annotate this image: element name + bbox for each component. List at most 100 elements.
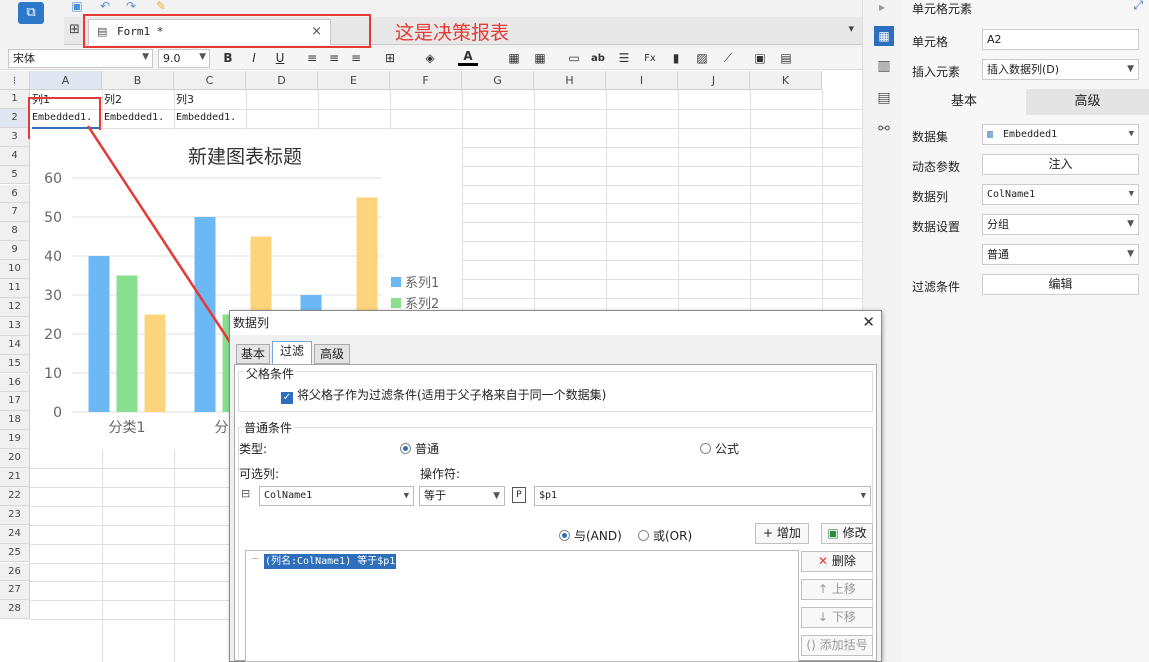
condition-list[interactable]: ─ (列名:ColName1) 等于$p1 [245, 550, 799, 662]
cell-b1[interactable]: 列2 [104, 91, 172, 109]
widget-setting-icon[interactable]: ▤ [874, 90, 894, 110]
tab-filter[interactable]: 过滤 [272, 341, 312, 365]
italic-button[interactable]: I [244, 49, 264, 68]
text-icon[interactable]: ab [588, 49, 608, 68]
row-header-3[interactable]: 3 [0, 127, 30, 147]
column-header-h[interactable]: H [534, 71, 606, 90]
row-header-13[interactable]: 13 [0, 316, 30, 336]
row-header-18[interactable]: 18 [0, 411, 30, 431]
column-header-g[interactable]: G [462, 71, 534, 90]
move-up-button[interactable]: ↑ 上移 [801, 579, 873, 600]
slash-icon[interactable]: ⟋ [718, 49, 738, 68]
column-header-e[interactable]: E [318, 71, 390, 90]
tab-basic[interactable]: 基本 [236, 344, 270, 364]
row-header-28[interactable]: 28 [0, 600, 30, 620]
paragraph-icon[interactable]: ☰ [614, 49, 634, 68]
size-select[interactable]: 9.0 ▼ [158, 49, 210, 68]
cell-element-icon[interactable]: ▦ [874, 26, 894, 46]
row-header-10[interactable]: 10 [0, 260, 30, 279]
row-header-19[interactable]: 19 [0, 430, 30, 450]
tab-basic[interactable]: 基本 [902, 89, 1026, 115]
cell-field[interactable]: A2 [982, 29, 1139, 50]
unmerge-icon[interactable]: ▦ [530, 49, 550, 68]
available-column-select[interactable]: ColName1 ▼ [259, 486, 414, 506]
grid-icon[interactable]: ⊞ [69, 22, 80, 37]
bold-button[interactable]: B [218, 49, 238, 68]
row-header-17[interactable]: 17 [0, 392, 30, 412]
inject-button[interactable]: 注入 [982, 154, 1139, 175]
column-header-a[interactable]: A [30, 71, 102, 90]
row-header-22[interactable]: 22 [0, 486, 30, 506]
fill-color-icon[interactable]: ◈ [420, 49, 440, 68]
sub-report-icon[interactable]: ▣ [750, 49, 770, 68]
formula-icon[interactable]: Fx [640, 49, 660, 68]
align-left-icon[interactable]: ≡ [302, 49, 322, 68]
font-color-icon[interactable]: A [458, 49, 478, 66]
row-header-15[interactable]: 15 [0, 354, 30, 374]
param-value-select[interactable]: $p1 ▼ [534, 486, 871, 506]
type-formula-radio[interactable]: 公式 [700, 440, 739, 457]
font-select[interactable]: 宋体 ▼ [8, 49, 153, 68]
row-header-14[interactable]: 14 [0, 335, 30, 355]
image-icon[interactable]: ▨ [692, 49, 712, 68]
row-header-25[interactable]: 25 [0, 543, 30, 563]
delete-button[interactable]: ✕ 删除 [801, 551, 873, 572]
row-header-7[interactable]: 7 [0, 203, 30, 223]
column-select[interactable]: ColName1 ▼ [982, 184, 1139, 205]
row-header-20[interactable]: 20 [0, 449, 30, 468]
merge-icon[interactable]: ▦ [504, 49, 524, 68]
operator-select[interactable]: 等于 ▼ [419, 486, 505, 506]
tab-menu-icon[interactable]: ▾ [848, 22, 854, 35]
collapse-icon[interactable]: ▸ [879, 0, 885, 14]
column-header-d[interactable]: D [246, 71, 318, 90]
cell-b2[interactable]: Embedded1. [104, 109, 172, 127]
expand-icon[interactable]: ⤢ [1133, 0, 1143, 13]
row-header-16[interactable]: 16 [0, 373, 30, 393]
move-down-button[interactable]: ↓ 下移 [801, 607, 873, 628]
widget-icon[interactable]: ▤ [776, 49, 796, 68]
row-header-24[interactable]: 24 [0, 524, 30, 544]
edit-filter-button[interactable]: 编辑 [982, 274, 1139, 295]
row-header-2[interactable]: 2 [0, 108, 30, 128]
redo-icon[interactable]: ↷ [120, 0, 142, 12]
tab-advanced[interactable]: 高级 [314, 344, 350, 364]
column-header-j[interactable]: J [678, 71, 750, 90]
type-normal-radio[interactable]: 普通 [400, 440, 439, 457]
brush-icon[interactable]: ✎ [150, 0, 172, 12]
insert-select[interactable]: 插入数据列(D) ▼ [982, 59, 1139, 80]
row-header-11[interactable]: 11 [0, 279, 30, 298]
column-header-b[interactable]: B [102, 71, 174, 90]
add-bracket-button[interactable]: () 添加括号 [801, 635, 873, 656]
row-header-27[interactable]: 27 [0, 581, 30, 601]
param-type-icon[interactable]: P [512, 487, 526, 503]
textbox-icon[interactable]: ▭ [564, 49, 584, 68]
dataset-select[interactable]: ▥ Embedded1 ▼ [982, 124, 1139, 145]
normal-select[interactable]: 普通 ▼ [982, 244, 1139, 265]
row-header-4[interactable]: 4 [0, 146, 30, 166]
bar-chart-icon[interactable]: ▮ [666, 49, 686, 68]
row-header-5[interactable]: 5 [0, 165, 30, 185]
close-icon[interactable]: ✕ [862, 313, 875, 331]
align-right-icon[interactable]: ≡ [346, 49, 366, 68]
add-button[interactable]: + 增加 [755, 523, 809, 544]
row-header-9[interactable]: 9 [0, 241, 30, 261]
row-header-6[interactable]: 6 [0, 184, 30, 204]
align-center-icon[interactable]: ≡ [324, 49, 344, 68]
row-header-12[interactable]: 12 [0, 297, 30, 317]
cell-attr-icon[interactable]: ▥ [874, 58, 894, 78]
undo-icon[interactable]: ↶ [94, 0, 116, 12]
save-icon[interactable]: ▣ [66, 0, 88, 12]
row-header-26[interactable]: 26 [0, 562, 30, 582]
corner-icon[interactable]: ⁝ [0, 71, 30, 90]
and-radio[interactable]: 与(AND) [559, 527, 622, 544]
row-header-8[interactable]: 8 [0, 222, 30, 242]
row-header-1[interactable]: 1 [0, 90, 30, 109]
cell-c2[interactable]: Embedded1. [176, 109, 244, 127]
or-radio[interactable]: 或(OR) [638, 527, 692, 544]
group-select[interactable]: 分组 ▼ [982, 214, 1139, 235]
border-icon[interactable]: ⊞ [380, 49, 400, 68]
condition-item[interactable]: (列名:ColName1) 等于$p1 [264, 554, 397, 569]
cell-c1[interactable]: 列3 [176, 91, 244, 109]
row-header-21[interactable]: 21 [0, 468, 30, 487]
edit-button[interactable]: ▣ 修改 [821, 523, 873, 544]
